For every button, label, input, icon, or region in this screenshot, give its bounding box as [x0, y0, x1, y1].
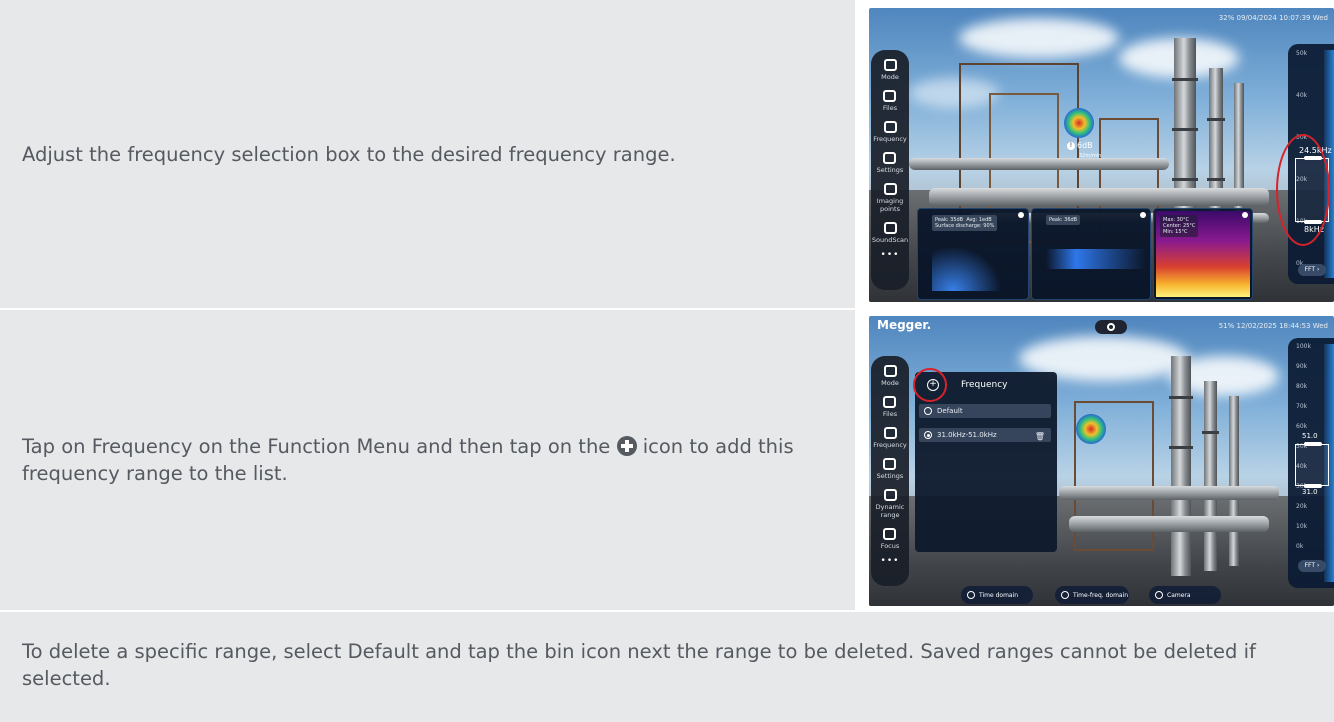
sliders-icon — [883, 489, 897, 501]
menu-item-files[interactable]: Files — [883, 90, 897, 112]
scale-tick: 20k — [1296, 503, 1308, 510]
menu-item-frequency[interactable]: Frequency — [873, 427, 907, 449]
instruction-text-3: To delete a specific range, select Defau… — [22, 640, 1256, 690]
scale-tick: 50k — [1296, 50, 1308, 57]
menu-item-settings[interactable]: Settings — [877, 458, 903, 480]
status-bar: 32% 09/04/2024 10:07:39 Wed — [1218, 14, 1328, 22]
settings-icon — [883, 152, 897, 164]
scale-tick: 90k — [1296, 363, 1308, 370]
plus-circle-icon — [616, 436, 637, 456]
selection-upper-label: 51.0 — [1302, 432, 1318, 440]
sound-source-hotspot — [1076, 414, 1106, 444]
sound-source-hotspot — [1064, 108, 1094, 138]
waveform-icon — [883, 427, 897, 439]
soundscan-icon — [883, 222, 897, 234]
sound-source-label: ! 6dB 32m/min — [1067, 141, 1101, 161]
panel-close-icon[interactable] — [1140, 212, 1146, 218]
megger-logo: Megger. — [877, 318, 932, 332]
bin-icon[interactable]: 🗑 — [1035, 430, 1045, 444]
function-menu: Mode Files Frequency Settings Imaging po… — [871, 50, 909, 290]
upper-handle[interactable] — [1304, 442, 1322, 446]
function-menu: Mode Files Frequency Settings Dynamic ra… — [871, 356, 909, 586]
menu-item-settings[interactable]: Settings — [877, 152, 903, 174]
image-icon — [883, 396, 897, 408]
menu-item-mode[interactable]: Mode — [881, 365, 899, 387]
frequency-panel-title: Frequency — [961, 380, 1008, 390]
status-bar: 51% 12/02/2025 18:44:53 Wed — [1218, 322, 1328, 330]
camera-toggle[interactable] — [1095, 320, 1127, 334]
menu-item-imaging-points[interactable]: Imaging points — [871, 183, 909, 213]
peak-tag-1: Peak: 35dB Avg: 1edB Surface discharge: 9… — [932, 215, 998, 231]
radio-button[interactable] — [924, 431, 932, 439]
scale-tick: 100k — [1296, 343, 1311, 350]
info-icon: ! — [1067, 141, 1075, 150]
time-domain-button[interactable]: Time domain — [961, 586, 1033, 604]
device-screen-frequency-menu: Megger. 51% 12/02/2025 18:44:53 Wed Mode… — [869, 316, 1334, 606]
more-icon[interactable]: ••• — [881, 250, 900, 260]
image-icon — [883, 90, 897, 102]
waveform-icon — [883, 121, 897, 133]
instruction-row-3: To delete a specific range, select Defau… — [0, 612, 1334, 722]
menu-item-focus[interactable]: Focus — [881, 528, 899, 550]
scale-tick: 0k — [1296, 543, 1304, 550]
selection-lower-label: 31.0 — [1302, 488, 1318, 496]
fft-button[interactable]: FFT › — [1298, 264, 1326, 276]
panel-close-icon[interactable] — [1242, 212, 1248, 218]
screenshot-cell-1: ! 6dB 32m/min 32% 09/04/2024 10:07:39 Wed… — [855, 0, 1334, 308]
scale-tick: 70k — [1296, 403, 1308, 410]
instruction-text-1: Adjust the frequency selection box to th… — [22, 142, 676, 166]
waveform-panel-2: Peak: 36dB — [1031, 208, 1151, 300]
scale-tick: 40k — [1296, 92, 1308, 99]
highlight-circle — [1276, 134, 1330, 246]
settings-icon — [883, 458, 897, 470]
menu-item-dynamic-range[interactable]: Dynamic range — [871, 489, 909, 519]
instruction-row-1: Adjust the frequency selection box to th… — [0, 0, 1334, 308]
frequency-selection-box[interactable] — [1295, 444, 1329, 486]
more-icon[interactable]: ••• — [881, 556, 900, 566]
panel-close-icon[interactable] — [1018, 212, 1024, 218]
instruction-cell-3: To delete a specific range, select Defau… — [0, 612, 1334, 722]
time-freq-domain-button[interactable]: Time-freq. domain — [1055, 586, 1129, 604]
device-screen-frequency-selection: ! 6dB 32m/min 32% 09/04/2024 10:07:39 Wed… — [869, 8, 1334, 302]
instruction-text-2: Tap on Frequency on the Function Menu an… — [22, 435, 794, 485]
camera-icon — [1155, 591, 1163, 599]
mode-icon — [883, 365, 897, 377]
highlight-circle — [913, 368, 947, 402]
time-domain-icon — [967, 591, 975, 599]
menu-item-files[interactable]: Files — [883, 396, 897, 418]
equalizer-icon — [883, 183, 897, 195]
thermal-readout: Max: 30°C Center: 25°C Min: 15°C — [1160, 215, 1199, 237]
menu-item-mode[interactable]: Mode — [881, 59, 899, 81]
camera-button[interactable]: Camera — [1149, 586, 1221, 604]
radio-button[interactable] — [924, 407, 932, 415]
mode-icon — [883, 59, 897, 71]
instruction-cell-2: Tap on Frequency on the Function Menu an… — [0, 310, 853, 610]
menu-item-frequency[interactable]: Frequency — [873, 121, 907, 143]
instruction-cell-1: Adjust the frequency selection box to th… — [0, 0, 853, 308]
menu-item-soundscan[interactable]: SoundScan — [872, 222, 908, 244]
waveform-panel-1: Peak: 35dB Avg: 1edB Surface discharge: 9… — [917, 208, 1029, 300]
scale-tick: 10k — [1296, 523, 1308, 530]
frequency-option-default[interactable]: Default — [919, 404, 1051, 418]
focus-icon — [883, 528, 897, 540]
screenshot-cell-2: Megger. 51% 12/02/2025 18:44:53 Wed Mode… — [855, 310, 1334, 610]
fft-button[interactable]: FFT › — [1298, 560, 1326, 572]
frequency-scale: 100k 90k 80k 70k 60k 50k 40k 30k 20k 10k… — [1288, 338, 1334, 588]
scale-tick: 60k — [1296, 423, 1308, 430]
thermal-panel: Max: 30°C Center: 25°C Min: 15°C — [1153, 208, 1253, 300]
instruction-row-2: Tap on Frequency on the Function Menu an… — [0, 310, 1334, 610]
peak-tag-2: Peak: 36dB — [1046, 215, 1081, 225]
frequency-option-saved[interactable]: 31.0kHz-51.0kHz 🗑 — [919, 428, 1051, 442]
time-freq-icon — [1061, 591, 1069, 599]
scale-tick: 80k — [1296, 383, 1308, 390]
